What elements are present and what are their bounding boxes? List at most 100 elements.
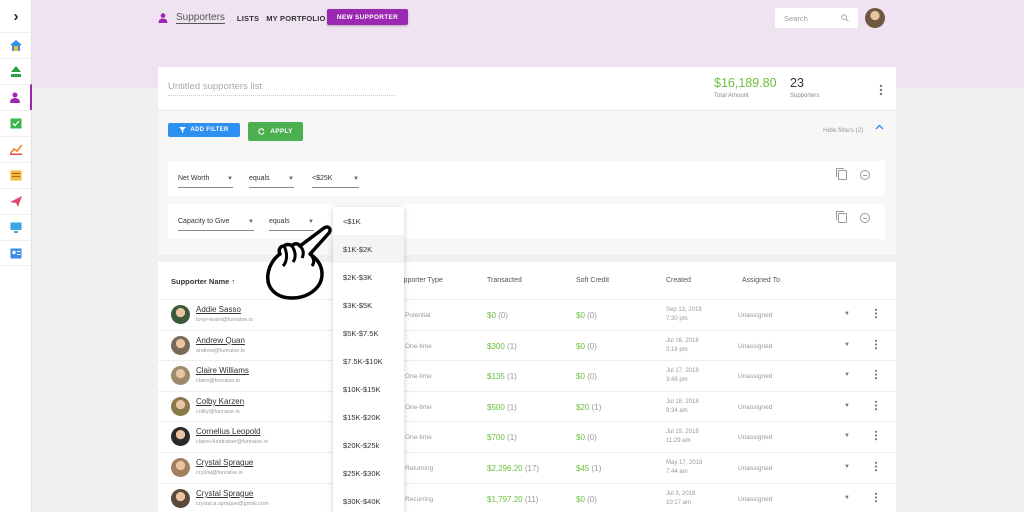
supporters-icon[interactable] [0, 84, 32, 110]
list-menu-icon[interactable] [879, 83, 883, 101]
soft-credit-amount: $20 [576, 402, 590, 412]
row-menu-icon[interactable] [874, 428, 878, 446]
soft-credit-amount: $0 [576, 341, 585, 351]
created-date: Jul 16, 2018 [666, 337, 699, 344]
soft-credit-count: (1) [591, 402, 602, 412]
avatar [171, 488, 190, 508]
assign-dropdown-icon[interactable]: ▼ [844, 464, 850, 470]
filter-value-select[interactable]: <$25K ▼ [312, 175, 359, 188]
supporter-email: crystal@funraise.io [196, 470, 243, 476]
header-supporter-name[interactable]: Supporter Name ↑ [171, 277, 235, 286]
contacts-icon[interactable] [0, 240, 32, 266]
table-row[interactable]: Andrew Quan andrew@funraise.io One-time $30… [158, 329, 896, 361]
row-menu-icon[interactable] [874, 398, 878, 416]
campaign-icon[interactable] [0, 188, 32, 214]
add-filter-button[interactable]: ADD FILTER [168, 123, 240, 137]
avatar [171, 396, 190, 416]
transacted-count: (0) [498, 311, 508, 320]
supporter-name-link[interactable]: Colby Karzen [196, 397, 244, 406]
nav-supporters-link[interactable]: Supporters [176, 12, 225, 24]
filter-field-select[interactable]: Net Worth ▼ [178, 175, 233, 188]
table-row[interactable]: Addie Sasso tony+team@funraise.io Potentia… [158, 299, 896, 330]
nav-portfolio-link[interactable]: MY PORTFOLIO [266, 14, 325, 23]
assigned-to: Unassigned [738, 312, 773, 319]
row-menu-icon[interactable] [874, 306, 878, 324]
filter-field-select[interactable]: Capacity to Give ▼ [178, 218, 254, 231]
user-avatar[interactable] [865, 8, 885, 28]
supporter-type: One-time [405, 434, 432, 442]
refresh-icon [258, 128, 265, 135]
filter-icon [179, 127, 187, 133]
table-row[interactable]: Colby Karzen colby@funraise.io One-time $50… [158, 390, 896, 422]
header-created[interactable]: Created [666, 277, 691, 284]
caret-down-icon: ▼ [288, 176, 294, 182]
nav-lists-link[interactable]: LISTS [237, 14, 259, 23]
supporter-name-link[interactable]: Crystal Sprague [196, 458, 253, 467]
dropdown-option[interactable]: $15K-$20K [333, 404, 404, 432]
assign-dropdown-icon[interactable]: ▼ [844, 495, 850, 501]
table-row[interactable]: Cornelius Leopold claire+fundraiser@funra… [158, 421, 896, 452]
supporter-name-link[interactable]: Addie Sasso [196, 305, 241, 314]
soft-credit-count: (1) [591, 464, 602, 473]
assign-dropdown-icon[interactable]: ▼ [844, 342, 850, 348]
new-supporter-button[interactable]: NEW SUPPORTER [327, 9, 408, 25]
dropdown-option[interactable]: $25K-$30K [333, 460, 404, 488]
hide-filters-toggle[interactable]: Hide filters (2) [823, 127, 863, 134]
supporter-name-link[interactable]: Crystal Sprague [196, 489, 253, 498]
dropdown-option[interactable]: $20K-$25k [333, 432, 404, 460]
table-row[interactable]: Crystal Sprague crystal.a.sprague@gmail.c… [158, 482, 896, 512]
home-icon[interactable] [0, 32, 32, 58]
assign-dropdown-icon[interactable]: ▼ [844, 311, 850, 317]
duplicate-icon[interactable] [836, 168, 847, 180]
assigned-to: Unassigned [738, 465, 773, 472]
remove-icon[interactable] [860, 213, 870, 223]
transacted-cell: $300 (1) [487, 342, 517, 351]
header-soft-credit[interactable]: Soft Credit [576, 277, 609, 284]
dropdown-option[interactable]: $30K-$40K [333, 488, 404, 512]
display-icon[interactable] [0, 214, 32, 240]
dropdown-option[interactable]: $3K-$5K [333, 291, 404, 319]
apply-button[interactable]: APPLY [248, 122, 303, 141]
tasks-icon[interactable] [0, 110, 32, 136]
dropdown-option[interactable]: $2K-$3K [333, 263, 404, 291]
assigned-to: Unassigned [738, 403, 773, 411]
search-input[interactable]: Search [775, 8, 858, 28]
dropdown-option[interactable]: $7.5K-$10K [333, 347, 404, 375]
row-menu-icon[interactable] [874, 337, 878, 355]
caret-down-icon: ▼ [353, 176, 359, 182]
assigned-to: Unassigned [738, 434, 773, 442]
header-transacted[interactable]: Transacted [487, 277, 522, 284]
assigned-to: Unassigned [738, 342, 773, 350]
dropdown-option[interactable]: $1K-$2K [333, 235, 404, 264]
row-menu-icon[interactable] [874, 459, 878, 477]
dropdown-option[interactable]: $5K-$7.5K [333, 319, 404, 347]
list-title-input[interactable]: Untitled supporters list [168, 81, 396, 96]
trend-icon[interactable] [0, 136, 32, 162]
created-time: 10:17 am [666, 499, 692, 506]
report-icon[interactable] [0, 162, 32, 188]
row-menu-icon[interactable] [874, 367, 878, 385]
expand-sidebar-icon[interactable]: › [0, 0, 32, 32]
chevron-up-icon[interactable] [875, 124, 884, 130]
dropdown-option[interactable]: $10K-$15K [333, 376, 404, 404]
created-cell: Jul 16, 2018 3:16 pm [666, 337, 699, 355]
row-menu-icon[interactable] [874, 490, 878, 508]
dropdown-option[interactable]: <$1K [333, 207, 404, 235]
transacted-amount: $300 [487, 341, 505, 351]
assign-dropdown-icon[interactable]: ▼ [844, 403, 850, 409]
filter-operator-select[interactable]: equals ▼ [249, 175, 294, 188]
assign-dropdown-icon[interactable]: ▼ [844, 433, 850, 439]
remove-icon[interactable] [860, 170, 870, 180]
assign-dropdown-icon[interactable]: ▼ [844, 372, 850, 378]
soft-credit-count: (0) [587, 494, 597, 504]
supporter-name-link[interactable]: Andrew Quan [196, 336, 245, 345]
supporter-type: Returning [405, 465, 434, 472]
supporter-name-link[interactable]: Cornelius Leopold [196, 427, 261, 436]
table-row[interactable]: Claire Williams claire@funraise.io One-tim… [158, 360, 896, 391]
transacted-count: (1) [507, 341, 517, 351]
duplicate-icon[interactable] [836, 211, 847, 223]
header-assigned-to[interactable]: Assigned To [742, 277, 780, 284]
supporter-name-link[interactable]: Claire Williams [196, 366, 249, 375]
upload-icon[interactable] [0, 58, 32, 84]
table-row[interactable]: Crystal Sprague crystal@funraise.io Return… [158, 452, 896, 483]
